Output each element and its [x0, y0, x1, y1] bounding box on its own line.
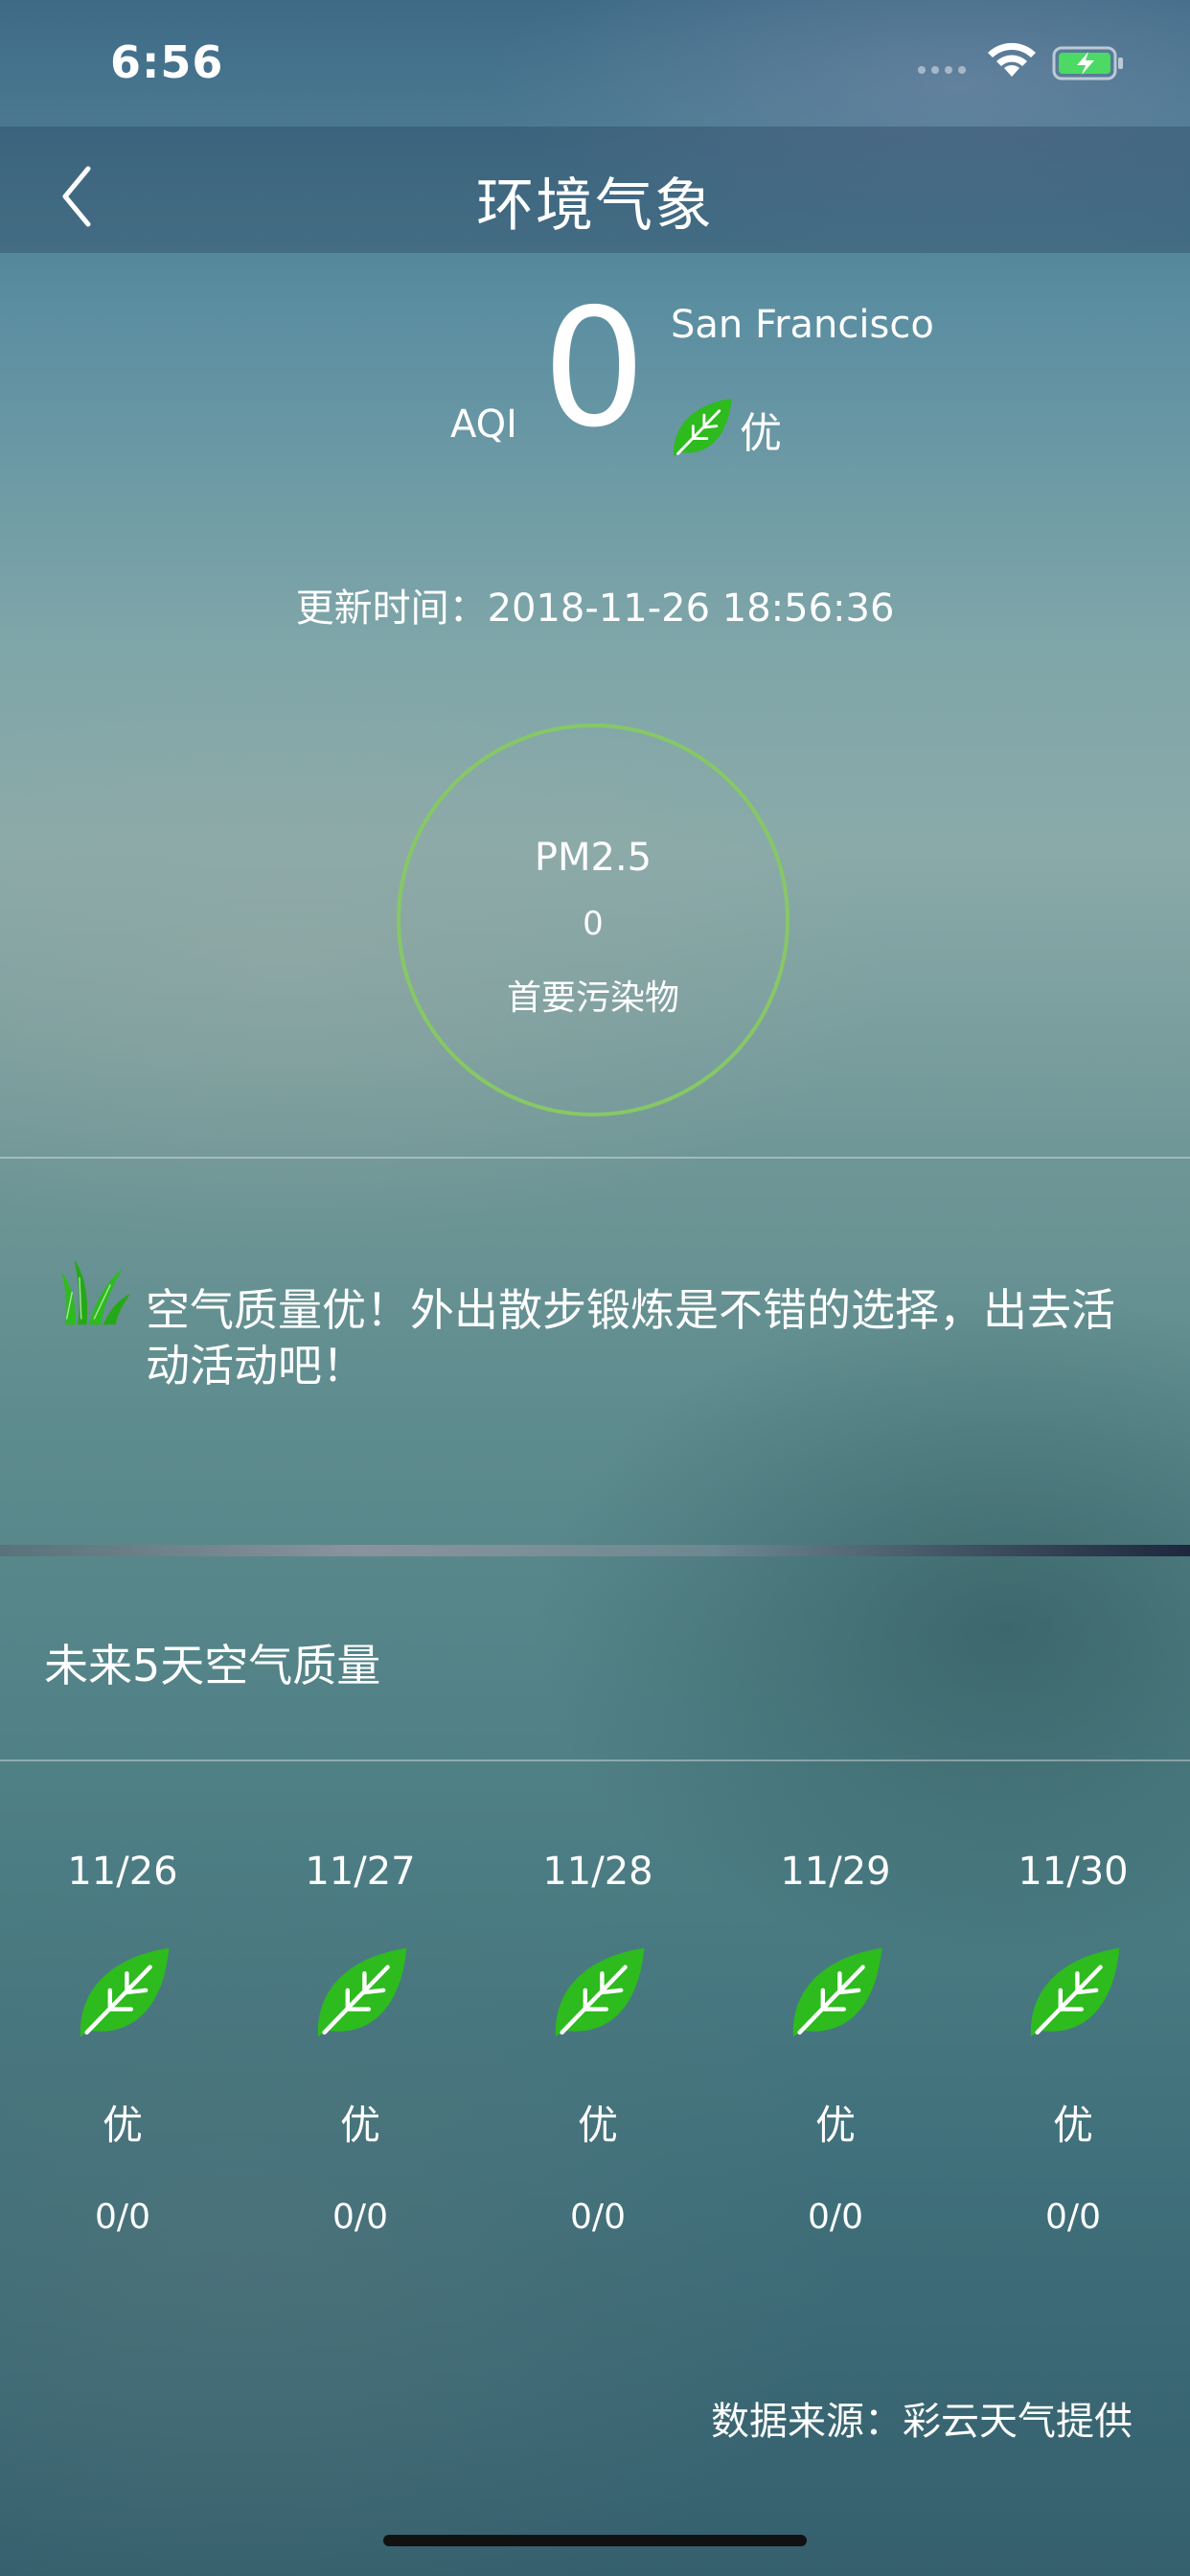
forecast-title: 未来5天空气质量 — [44, 1640, 381, 1691]
forecast-value: 0/0 — [808, 2197, 863, 2237]
city-name: San Francisco — [671, 303, 934, 347]
page-title: 环境气象 — [476, 172, 714, 240]
forecast-date: 11/26 — [67, 1850, 178, 1894]
forecast-date: 11/30 — [1018, 1850, 1129, 1894]
forecast-value: 0/0 — [95, 2197, 150, 2237]
home-indicator[interactable] — [383, 2535, 807, 2546]
leaf-icon — [317, 1947, 407, 2037]
divider — [0, 1157, 1190, 1159]
section-separator — [0, 1545, 1190, 1556]
wifi-icon — [988, 42, 1036, 77]
forecast-day: 11/28 优 0/0 — [502, 1850, 694, 2237]
forecast-day: 11/30 优 0/0 — [977, 1850, 1169, 2237]
leaf-icon — [674, 398, 732, 457]
forecast-level: 优 — [577, 2102, 618, 2149]
forecast-value: 0/0 — [1045, 2197, 1101, 2237]
leaf-icon — [792, 1947, 882, 2037]
forecast-level: 优 — [814, 2102, 856, 2149]
forecast-day: 11/26 优 0/0 — [27, 1850, 218, 2237]
pollutant-description: 首要污染物 — [506, 978, 679, 1018]
divider — [0, 1760, 1190, 1761]
battery-icon — [1052, 46, 1123, 80]
leaf-icon — [1030, 1947, 1120, 2037]
aqi-label: AQI — [450, 402, 517, 447]
leaf-icon — [555, 1947, 645, 2037]
grass-icon — [60, 1258, 131, 1325]
advice-text: 空气质量优！外出散步锻炼是不错的选择，出去活动活动吧！ — [146, 1284, 1115, 1392]
aqi-level: 优 — [740, 409, 782, 458]
forecast-value: 0/0 — [332, 2197, 388, 2237]
forecast-day: 11/27 优 0/0 — [264, 1850, 456, 2237]
forecast-level: 优 — [1052, 2102, 1093, 2149]
status-time: 6:56 — [110, 36, 224, 88]
data-source: 数据来源：彩云天气提供 — [711, 2400, 1133, 2444]
forecast-date: 11/29 — [780, 1850, 891, 1894]
status-bar: 6:56 — [0, 0, 1190, 126]
forecast-day: 11/29 优 0/0 — [740, 1850, 931, 2237]
update-time: 更新时间：2018-11-26 18:56:36 — [295, 586, 895, 631]
forecast-date: 11/27 — [305, 1850, 416, 1894]
cellular-signal-icon — [918, 59, 975, 74]
forecast-level: 优 — [102, 2102, 143, 2149]
aqi-value: 0 — [542, 274, 647, 464]
forecast-date: 11/28 — [542, 1850, 653, 1894]
forecast-level: 优 — [339, 2102, 380, 2149]
pollutant-name: PM2.5 — [534, 836, 652, 880]
forecast-value: 0/0 — [570, 2197, 626, 2237]
leaf-icon — [80, 1947, 170, 2037]
pollutant-value: 0 — [583, 905, 604, 943]
